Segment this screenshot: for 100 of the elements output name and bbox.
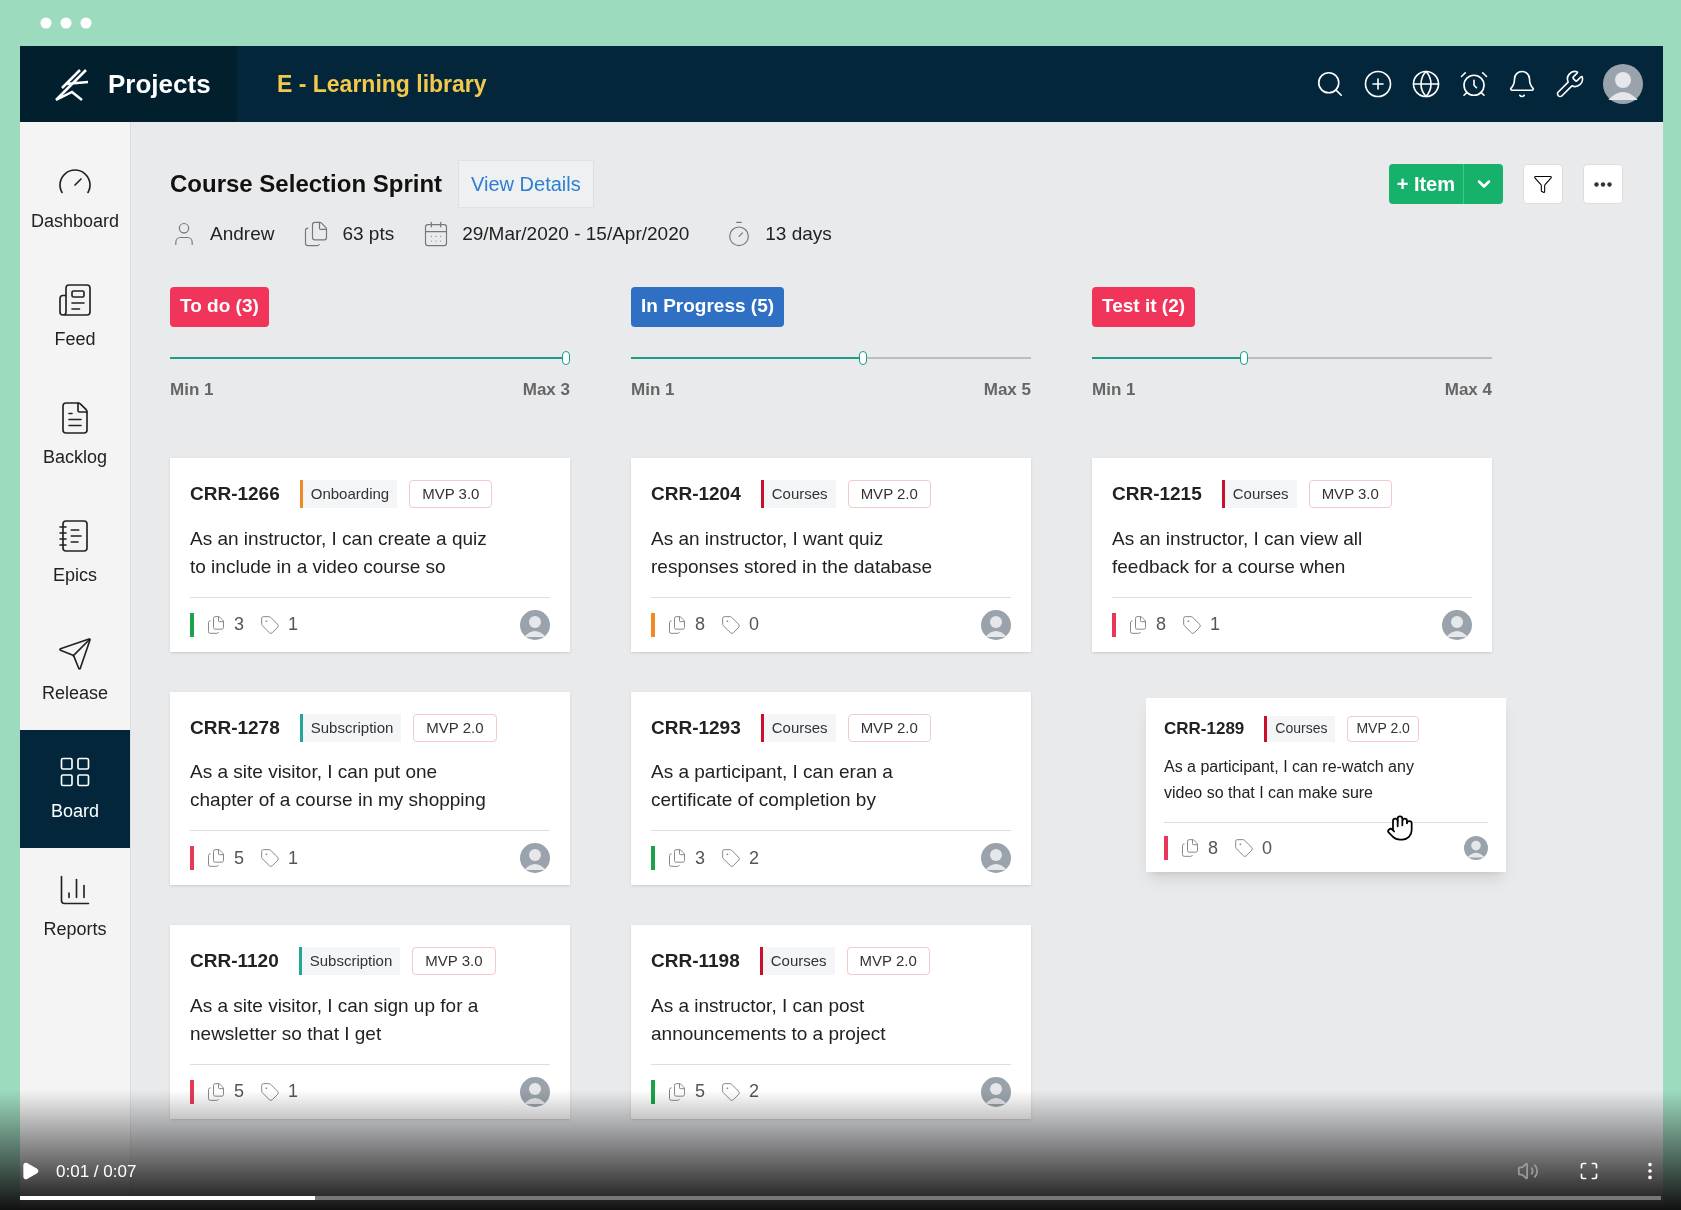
more-icon (1594, 181, 1612, 187)
wip-slider[interactable] (170, 350, 570, 365)
category-tag: Courses (1221, 480, 1297, 509)
min-label: Min 1 (170, 378, 214, 401)
sidebar-item[interactable]: Feed (20, 258, 130, 376)
points-count: 3 (695, 846, 705, 870)
sidebar-item[interactable]: Backlog (20, 376, 130, 494)
story-id: CRR-1278 (190, 715, 280, 740)
story-card[interactable]: CRR-1278 Subscription MVP 2.0 As a site visitor, I can put one chapter of a course in my shopping 5 1 (170, 691, 570, 885)
add-icon[interactable] (1363, 69, 1393, 99)
sidebar-item[interactable]: Dashboard (20, 140, 130, 258)
assignee-avatar (981, 1076, 1011, 1107)
story-id: CRR-1198 (651, 949, 740, 973)
alarm-clock-icon[interactable] (1459, 69, 1489, 99)
tag-icon (721, 848, 741, 868)
story-card[interactable]: CRR-1215 Courses MVP 3.0 As an instructor, I can view all feedback for a course when 8 1 (1092, 458, 1492, 652)
attachment-count: 2 (749, 846, 760, 870)
sprint-owner: Andrew (210, 222, 275, 246)
project-title[interactable]: E - Learning library (277, 66, 487, 102)
filter-icon (1533, 174, 1553, 194)
points-icon (206, 1081, 226, 1102)
search-icon[interactable] (1315, 69, 1345, 99)
points-icon (206, 848, 226, 868)
story-card[interactable]: CRR-1266 Onboarding MVP 3.0 As an instructor, I can create a quiz to include in a video course so 3 1 (170, 458, 570, 652)
story-card[interactable]: CRR-1293 Courses MVP 2.0 As a participant, I can eran a certificate of completion by 3 2 (631, 691, 1031, 885)
sidebar-item[interactable]: Release (20, 612, 130, 730)
min-label: Min 1 (631, 378, 675, 401)
story-id: CRR-1289 (1164, 717, 1245, 740)
bell-icon[interactable] (1507, 69, 1537, 99)
play-icon[interactable] (20, 1161, 40, 1182)
more-button[interactable] (1583, 164, 1623, 204)
user-avatar (1603, 64, 1643, 104)
points-count: 8 (1156, 613, 1166, 636)
points-count: 5 (234, 846, 244, 870)
sidebar-item[interactable]: Board (20, 730, 130, 848)
attachment-count: 0 (1262, 836, 1273, 860)
attachment-count: 2 (749, 1080, 760, 1103)
category-tag: Courses (760, 480, 836, 509)
points-count: 5 (234, 1080, 244, 1103)
wip-slider[interactable] (631, 350, 1031, 365)
points-icon (667, 1081, 687, 1102)
grab-cursor-icon (1386, 813, 1414, 842)
assignee-avatar (981, 843, 1011, 873)
view-details-button[interactable]: View Details (458, 160, 594, 208)
story-id: CRR-1204 (651, 482, 741, 506)
tag-icon (721, 1081, 741, 1102)
release-tag: MVP 2.0 (846, 947, 930, 976)
video-time: 0:01 / 0:07 (56, 1160, 137, 1183)
tools-icon[interactable] (1555, 69, 1585, 99)
story-id: CRR-1293 (651, 715, 741, 740)
story-description: As an instructor, I can create a quiz to include in a video course so (190, 526, 488, 579)
sprint-points: 63 pts (342, 222, 395, 246)
assignee-avatar (520, 609, 550, 640)
sidebar-icon (57, 635, 93, 672)
wip-slider[interactable] (1092, 350, 1492, 365)
tag-icon (260, 848, 280, 868)
release-tag: MVP 3.0 (409, 480, 493, 509)
column-badge: In Progress (5) (631, 286, 785, 327)
globe-icon[interactable] (1411, 69, 1441, 99)
story-description: As a site visitor, I can put one chapter of a course in my shopping (190, 760, 487, 812)
filter-button[interactable] (1523, 164, 1563, 204)
release-tag: MVP 3.0 (412, 947, 496, 976)
attachment-count: 1 (1210, 613, 1221, 636)
sprint-duration: 13 days (765, 222, 832, 246)
sidebar-item[interactable]: Reports (20, 848, 130, 966)
assignee-avatar (1464, 836, 1488, 860)
fullscreen-icon[interactable] (1579, 1161, 1599, 1182)
story-description: As a site visitor, I can sign up for a newsletter so that I get (190, 993, 480, 1046)
release-tag: MVP 2.0 (847, 480, 931, 509)
story-description: As a participant, I can eran a certificate of completion by (651, 760, 894, 812)
sprint-dates: 29/Mar/2020 - 15/Apr/2020 (462, 222, 690, 246)
story-card[interactable]: CRR-1198 Courses MVP 2.0 As a instructor, I can post announcements to a project 5 2 (631, 925, 1031, 1119)
points-icon (1180, 838, 1200, 858)
points-icon (206, 614, 226, 635)
video-progress[interactable] (20, 1196, 1661, 1200)
tag-icon (1182, 614, 1202, 635)
category-tag: Courses (759, 947, 835, 976)
story-card[interactable]: CRR-1289 Courses MVP 2.0 As a participant, I can re-watch any video so that I can make sure 8 0 (1146, 697, 1506, 872)
points-count: 8 (695, 613, 705, 636)
story-id: CRR-1120 (190, 949, 279, 973)
story-description: As a instructor, I can post announcements to a project (651, 993, 887, 1046)
points-count: 8 (1208, 836, 1218, 860)
category-tag: Subscription (299, 713, 402, 742)
assignee-avatar (520, 843, 550, 873)
story-card[interactable]: CRR-1120 Subscription MVP 3.0 As a site visitor, I can sign up for a newsletter so that I get 5 1 (170, 925, 570, 1119)
story-card[interactable]: CRR-1204 Courses MVP 2.0 As an instructor, I want quiz responses stored in the database 8 0 (631, 458, 1031, 652)
category-tag: Courses (760, 713, 836, 742)
story-id: CRR-1266 (190, 482, 280, 506)
category-tag: Onboarding (299, 480, 398, 509)
release-tag: MVP 2.0 (413, 713, 497, 742)
sprint-title: Course Selection Sprint (170, 169, 443, 199)
max-label: Max 5 (983, 378, 1031, 401)
sidebar-item[interactable]: Epics (20, 494, 130, 612)
tag-icon (260, 1081, 280, 1102)
min-label: Min 1 (1092, 378, 1136, 401)
points-count: 3 (234, 613, 244, 636)
category-tag: Subscription (298, 947, 401, 976)
attachment-count: 1 (288, 613, 299, 636)
points-icon (667, 848, 687, 868)
story-description: As an instructor, I can view all feedback for a course when (1112, 526, 1364, 579)
